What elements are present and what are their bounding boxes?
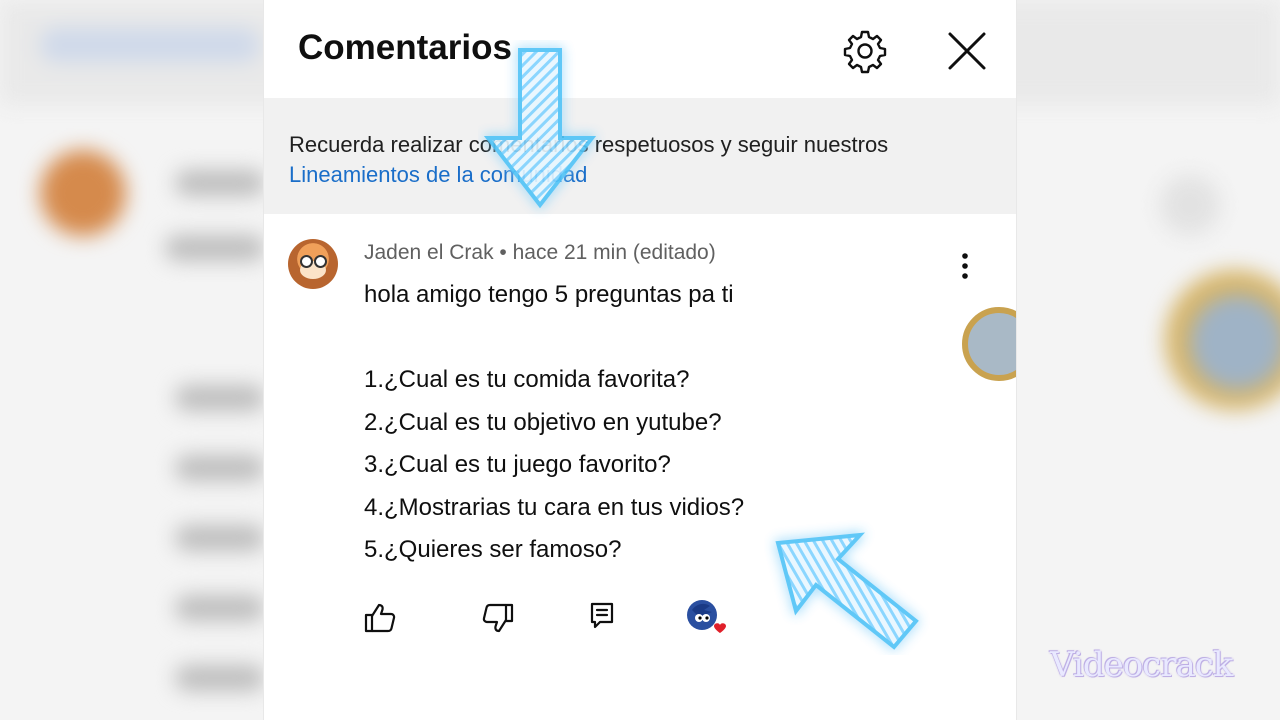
comment-item: Jaden el Crak • hace 21 min (editado) ho… <box>264 214 1016 720</box>
notice-text: Recuerda realizar comentarios respetuoso… <box>289 132 889 157</box>
community-guidelines-link[interactable]: Lineamientos de la comunidad <box>289 160 999 190</box>
comment-line: 2.¿Cual es tu objetivo en yutube? <box>364 408 722 436</box>
comment-line: 1.¿Cual es tu comida favorita? <box>364 366 690 393</box>
floating-bubble-icon[interactable] <box>960 305 1016 383</box>
comment-time: hace 21 min (editado) <box>512 241 716 264</box>
comment-line: 4.¿Mostrarias tu cara en tus vidios? <box>364 493 745 521</box>
comment-author[interactable]: Jaden el Crak <box>364 241 494 264</box>
community-notice: Recuerda realizar comentarios respetuoso… <box>264 98 1016 214</box>
gear-icon[interactable] <box>842 28 888 74</box>
watermark-logo: Videocrack <box>1050 645 1233 685</box>
comment-actions <box>264 594 1016 644</box>
panel-header: Comentarios <box>264 0 1016 98</box>
panel-title: Comentarios <box>298 28 512 67</box>
creator-heart-icon[interactable] <box>684 598 730 638</box>
comments-panel: Comentarios Recuerda realizar comentario… <box>264 0 1016 720</box>
comment-line: 5.¿Quieres ser famoso? <box>364 536 622 563</box>
comment-line: 3.¿Cual es tu juego favorito? <box>364 451 671 478</box>
more-vertical-icon[interactable] <box>950 250 980 282</box>
comment-meta: Jaden el Crak • hace 21 min (editado) <box>364 241 716 265</box>
thumb-up-icon[interactable] <box>364 602 398 634</box>
reply-icon[interactable] <box>588 600 618 632</box>
avatar[interactable] <box>288 239 338 289</box>
comment-line: hola amigo tengo 5 preguntas pa ti <box>364 281 734 308</box>
close-icon[interactable] <box>944 28 990 74</box>
meta-separator: • <box>493 241 513 264</box>
comment-text: hola amigo tengo 5 preguntas pa ti 1.¿Cu… <box>364 280 924 578</box>
comment-line <box>364 323 924 366</box>
thumb-down-icon[interactable] <box>480 602 514 634</box>
